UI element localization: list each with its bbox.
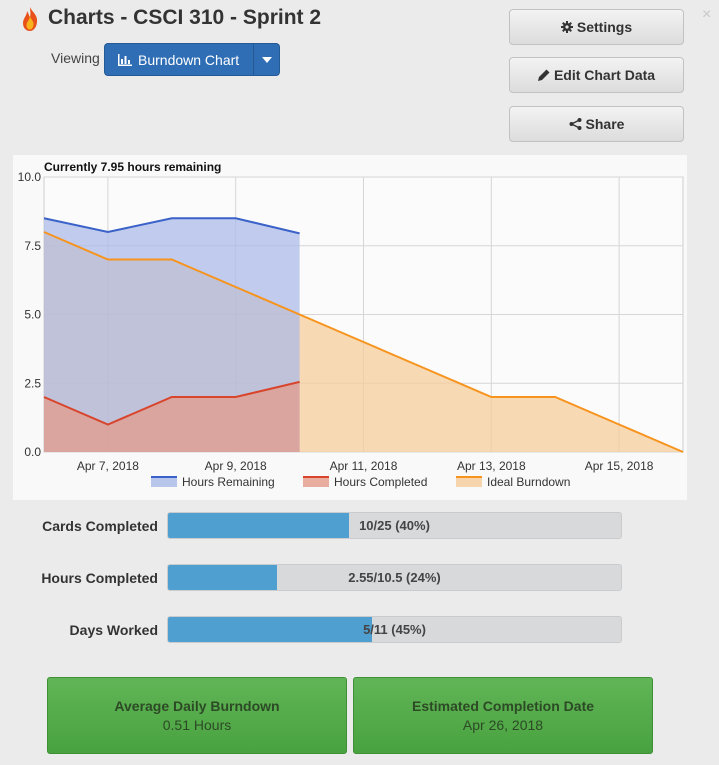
page-title: Charts - CSCI 310 - Sprint 2 bbox=[48, 6, 322, 29]
y-tick-label: 0.0 bbox=[24, 445, 41, 459]
stat-label-hours-completed: Hours Completed bbox=[41, 570, 158, 586]
settings-label: Settings bbox=[576, 19, 633, 35]
legend-label: Ideal Burndown bbox=[487, 475, 570, 489]
y-tick-label: 10.0 bbox=[18, 170, 42, 184]
legend-swatch bbox=[456, 477, 482, 487]
close-icon[interactable]: × bbox=[702, 6, 711, 24]
edit-chart-data-button[interactable]: Edit Chart Data bbox=[509, 57, 684, 93]
estimated-completion-value: Apr 26, 2018 bbox=[462, 717, 544, 733]
hours-completed-progress: 2.55/10.5 (24%) bbox=[167, 564, 622, 591]
legend-swatch bbox=[303, 477, 329, 487]
pencil-icon bbox=[537, 69, 550, 81]
cards-completed-progress: 10/25 (40%) bbox=[167, 512, 622, 539]
chart-type-dropdown[interactable]: Burndown Chart bbox=[104, 43, 280, 76]
flame-icon bbox=[23, 7, 38, 31]
x-tick-label: Apr 13, 2018 bbox=[457, 459, 526, 473]
days-worked-progress: 5/11 (45%) bbox=[167, 616, 622, 643]
progress-text: 2.55/10.5 (24%) bbox=[348, 570, 441, 585]
edit-chart-data-label: Edit Chart Data bbox=[553, 67, 656, 83]
gear-icon bbox=[560, 21, 573, 33]
chart-type-label: Burndown Chart bbox=[138, 51, 240, 68]
share-label: Share bbox=[585, 116, 625, 132]
x-tick-label: Apr 7, 2018 bbox=[77, 459, 139, 473]
share-button[interactable]: Share bbox=[509, 106, 684, 142]
bar-chart-icon bbox=[118, 53, 132, 66]
estimated-completion-card: Estimated Completion Date Apr 26, 2018 bbox=[353, 677, 653, 754]
legend-label: Hours Completed bbox=[334, 475, 427, 489]
burndown-chart-svg: 10.0 7.5 5.0 2.5 0.0 Apr 7, 2018 Apr 9, 2018 A… bbox=[18, 160, 684, 489]
average-daily-burndown-value: 0.51 Hours bbox=[162, 717, 232, 733]
settings-button[interactable]: Settings bbox=[509, 9, 684, 45]
chart-type-button[interactable]: Burndown Chart bbox=[105, 44, 253, 75]
burndown-chart: 10.0 7.5 5.0 2.5 0.0 Apr 7, 2018 Apr 9, 2018 A… bbox=[13, 155, 687, 500]
legend-label: Hours Remaining bbox=[182, 475, 275, 489]
legend-swatch bbox=[151, 477, 177, 487]
caret-down-icon bbox=[261, 56, 272, 63]
progress-text: 10/25 (40%) bbox=[359, 518, 430, 533]
y-tick-label: 2.5 bbox=[24, 376, 41, 390]
progress-text: 5/11 (45%) bbox=[363, 622, 426, 637]
estimated-completion-label: Estimated Completion Date bbox=[411, 698, 595, 714]
dropdown-toggle[interactable] bbox=[253, 44, 279, 75]
average-daily-burndown-card: Average Daily Burndown 0.51 Hours bbox=[47, 677, 347, 754]
share-icon bbox=[569, 118, 582, 130]
x-tick-label: Apr 11, 2018 bbox=[330, 459, 398, 473]
viewing-label: Viewing bbox=[51, 50, 100, 66]
average-daily-burndown-label: Average Daily Burndown bbox=[114, 698, 280, 714]
chart-title: Currently 7.95 hours remaining bbox=[44, 160, 221, 174]
x-tick-label: Apr 15, 2018 bbox=[585, 459, 654, 473]
x-tick-label: Apr 9, 2018 bbox=[205, 459, 267, 473]
stat-label-cards-completed: Cards Completed bbox=[42, 518, 158, 534]
y-tick-label: 5.0 bbox=[24, 308, 41, 322]
y-tick-label: 7.5 bbox=[24, 239, 41, 253]
stat-label-days-worked: Days Worked bbox=[69, 622, 158, 638]
